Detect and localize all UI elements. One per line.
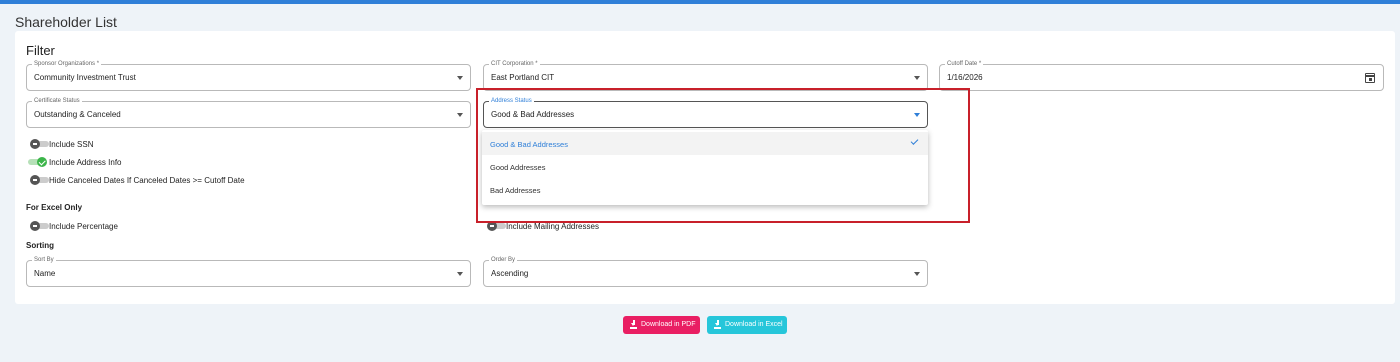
include-mailing-addresses-label: Include Mailing Addresses [506, 222, 599, 231]
download-excel-button[interactable]: Download in Excel [707, 316, 787, 334]
cutoff-date-value: 1/16/2026 [947, 73, 983, 82]
sorting-section-title: Sorting [26, 241, 54, 250]
include-address-info-label: Include Address Info [49, 158, 122, 167]
sort-by-select[interactable]: Sort By Name [26, 256, 471, 287]
toggle-knob-checked [37, 157, 47, 167]
hide-canceled-dates-toggle[interactable] [30, 175, 49, 185]
chevron-down-icon [457, 272, 463, 276]
excel-section-title: For Excel Only [26, 203, 83, 212]
include-percentage-label: Include Percentage [49, 222, 118, 231]
sponsor-organizations-value: Community Investment Trust [34, 73, 136, 82]
filter-title: Filter [26, 43, 55, 58]
include-address-info-toggle[interactable] [28, 157, 47, 167]
chevron-down-icon [914, 76, 920, 80]
include-ssn-label: Include SSN [49, 140, 94, 149]
sponsor-organizations-label: Sponsor Organizations * [32, 60, 102, 68]
annotation-highlight-box [476, 88, 970, 223]
chevron-down-icon [914, 272, 920, 276]
sort-by-label: Sort By [32, 256, 56, 264]
sponsor-organizations-select[interactable]: Sponsor Organizations * Community Invest… [26, 60, 471, 91]
include-ssn-toggle[interactable] [30, 139, 49, 149]
order-by-select[interactable]: Order By Ascending [483, 256, 928, 287]
toggle-knob [30, 175, 40, 185]
download-icon [630, 320, 637, 329]
toggle-knob [30, 221, 40, 231]
certificate-status-select[interactable]: Certificate Status Outstanding & Cancele… [26, 97, 471, 128]
certificate-status-label: Certificate Status [32, 97, 82, 105]
toggle-knob [30, 139, 40, 149]
chevron-down-icon [457, 113, 463, 117]
download-excel-label: Download in Excel [725, 321, 783, 328]
download-icon [714, 320, 721, 329]
cit-corporation-select[interactable]: CIT Corporation * East Portland CIT [483, 60, 928, 91]
include-percentage-toggle[interactable] [30, 221, 49, 231]
top-accent-bar [0, 0, 1400, 4]
sort-by-value: Name [34, 269, 56, 278]
page-title: Shareholder List [15, 14, 117, 30]
order-by-value: Ascending [491, 269, 529, 278]
download-pdf-label: Download in PDF [641, 321, 696, 328]
cit-corporation-value: East Portland CIT [491, 73, 555, 82]
hide-canceled-dates-label: Hide Canceled Dates If Canceled Dates >=… [49, 176, 245, 185]
cutoff-date-label: Cutoff Date * [945, 60, 984, 68]
download-pdf-button[interactable]: Download in PDF [623, 316, 700, 334]
order-by-label: Order By [489, 256, 518, 264]
calendar-icon[interactable] [1365, 73, 1375, 83]
cutoff-date-field[interactable]: Cutoff Date * 1/16/2026 [939, 60, 1384, 91]
cit-corporation-label: CIT Corporation * [489, 60, 540, 68]
chevron-down-icon [457, 76, 463, 80]
certificate-status-value: Outstanding & Canceled [34, 110, 121, 119]
